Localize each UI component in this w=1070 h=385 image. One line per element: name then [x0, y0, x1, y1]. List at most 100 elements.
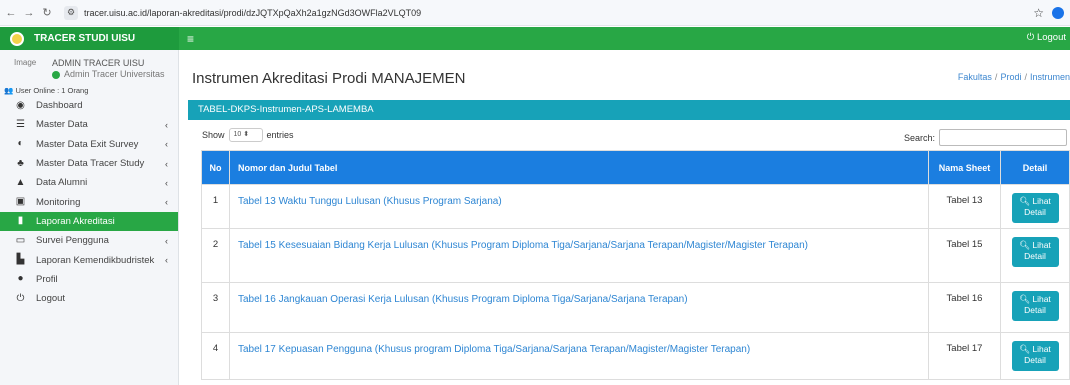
table-row: 3 Tabel 16 Jangkauan Operasi Kerja Lulus…: [201, 282, 1070, 333]
column-header-sheet[interactable]: Nama Sheet: [928, 150, 1001, 185]
lihat-detail-button[interactable]: 🔍︎ Lihat Detail: [1011, 237, 1059, 267]
search-icon: 🔍︎: [1019, 294, 1030, 304]
sidebar-item-master-data[interactable]: ☰ Master Data ‹: [0, 115, 178, 134]
back-icon[interactable]: ←: [4, 7, 18, 19]
sidebar-item-label: Survei Pengguna: [36, 235, 109, 247]
chevron-left-icon: ‹: [165, 177, 168, 188]
user-role-text: Admin Tracer Universitas: [64, 69, 165, 79]
card-title: TABEL-DKPS-Instrumen-APS-LAMEMBA: [188, 100, 1070, 120]
table-row: 1 Tabel 13 Waktu Tunggu Lulusan (Khusus …: [201, 184, 1070, 229]
breadcrumb-item-fakultas[interactable]: Fakultas: [958, 72, 992, 82]
sidebar-item-laporan-kemendikbudristek[interactable]: ▙ Laporan Kemendikbudristek ‹: [0, 250, 178, 269]
table-row: 2 Tabel 15 Kesesuaian Bidang Kerja Lulus…: [201, 228, 1070, 283]
logout-label: Logout: [1036, 32, 1066, 43]
row-number: 2: [201, 228, 230, 283]
row-number: 3: [201, 282, 230, 333]
user-panel: Image ADMIN TRACER UISU Admin Tracer Uni…: [0, 50, 178, 86]
book-icon: ▙: [16, 254, 25, 266]
search-icon: 🔍︎: [1019, 196, 1030, 206]
logout-link[interactable]: ⏻ Logout: [1027, 32, 1066, 43]
user-online-count: 👥 User Online : 1 Orang: [0, 86, 178, 96]
address-bar[interactable]: ⚙ tracer.uisu.ac.id/laporan-akreditasi/p…: [64, 4, 1064, 22]
sidebar-item-label: Dashboard: [36, 100, 83, 112]
site-settings-icon[interactable]: ⚙: [64, 5, 78, 20]
monitor-icon: ▣: [15, 196, 26, 208]
entries-value: 10: [233, 131, 242, 138]
chevron-left-icon: ‹: [165, 158, 168, 169]
lihat-detail-button[interactable]: 🔍︎ Lihat Detail: [1011, 291, 1059, 321]
breadcrumb-item-prodi[interactable]: Prodi: [1000, 72, 1021, 82]
profile-icon[interactable]: [1052, 7, 1064, 19]
handshake-icon: ◐: [17, 138, 24, 150]
lihat-detail-button[interactable]: 🔍︎ Lihat Detail: [1011, 193, 1059, 223]
lihat-detail-button[interactable]: 🔍︎ Lihat Detail: [1011, 341, 1059, 371]
sheet-name: Tabel 13: [928, 184, 1001, 229]
chevron-left-icon: ‹: [165, 119, 168, 130]
sidebar-item-laporan-akreditasi[interactable]: ▮ Laporan Akreditasi: [0, 211, 178, 232]
sidebar-item-label: Data Alumni: [36, 177, 88, 189]
user-online-text: User Online : 1 Orang: [15, 86, 89, 95]
column-header-title[interactable]: Nomor dan Judul Tabel: [229, 150, 929, 185]
column-header-no[interactable]: No: [201, 150, 230, 185]
sidebar-item-label: Profil: [36, 273, 58, 285]
user-name[interactable]: ADMIN TRACER UISU: [52, 58, 165, 69]
table-title-link[interactable]: Tabel 16 Jangkauan Operasi Kerja Lulusan…: [229, 282, 929, 333]
dashboard-icon: ◉: [16, 99, 25, 111]
chevron-left-icon: ‹: [165, 139, 168, 150]
sidebar-item-exit-survey[interactable]: ◐ Master Data Exit Survey ‹: [0, 135, 178, 154]
bookmark-star-icon[interactable]: ☆: [1033, 6, 1044, 20]
chevron-left-icon: ‹: [165, 255, 168, 266]
instrument-table: No Nomor dan Judul Tabel Nama Sheet Deta…: [201, 150, 1070, 380]
hamburger-menu-icon[interactable]: ≡: [187, 32, 194, 46]
search-icon: 🔍︎: [1019, 240, 1030, 250]
table-row: 4 Tabel 17 Kepuasan Pengguna (Khusus pro…: [201, 332, 1070, 380]
sheet-name: Tabel 17: [928, 332, 1001, 380]
sidebar-menu: ◉ Dashboard ☰ Master Data ‹ ◐ Master Data Ex…: [0, 96, 178, 308]
sidebar-item-survei-pengguna[interactable]: ▭ Survei Pengguna ‹: [0, 231, 178, 250]
chevron-left-icon: ‹: [165, 235, 168, 246]
search-label: Search:: [904, 132, 936, 143]
table-title-link[interactable]: Tabel 17 Kepuasan Pengguna (Khusus progr…: [229, 332, 929, 380]
sidebar-item-data-alumni[interactable]: ▲ Data Alumni ‹: [0, 173, 178, 192]
sidebar-item-label: Master Data: [36, 119, 88, 131]
sidebar-item-label: Master Data Exit Survey: [36, 138, 139, 150]
sidebar-item-logout[interactable]: ⏻ Logout: [0, 289, 178, 308]
sidebar-item-profil[interactable]: ● Profil: [0, 270, 178, 289]
top-header: TRACER STUDI UISU ≡ ⏻ Logout: [0, 27, 1070, 50]
sidebar-item-dashboard[interactable]: ◉ Dashboard: [0, 96, 178, 115]
database-icon: ☰: [16, 118, 25, 130]
show-label: Show: [202, 130, 225, 140]
forward-icon[interactable]: →: [22, 7, 36, 19]
main-content: Instrumen Akreditasi Prodi MANAJEMEN Fak…: [180, 50, 1070, 385]
breadcrumb: Fakultas / Prodi / Instrumen: [957, 72, 1070, 82]
sidebar-item-label: Laporan Kemendikbudristek: [36, 254, 155, 266]
table-header-row: No Nomor dan Judul Tabel Nama Sheet Deta…: [201, 150, 1070, 185]
sidebar-item-tracer-study[interactable]: ♣ Master Data Tracer Study ‹: [0, 154, 178, 173]
row-number: 1: [201, 184, 230, 229]
url-text: tracer.uisu.ac.id/laporan-akreditasi/pro…: [84, 7, 422, 18]
user-role: Admin Tracer Universitas: [52, 69, 165, 80]
entries-label: entries: [266, 130, 294, 140]
sheet-name: Tabel 15: [928, 228, 1001, 283]
avatar: Image: [14, 58, 37, 67]
brand[interactable]: TRACER STUDI UISU: [0, 27, 179, 50]
row-number: 4: [201, 332, 230, 380]
sidebar-item-monitoring[interactable]: ▣ Monitoring ‹: [0, 192, 178, 211]
browser-toolbar: ← → ↻ ⚙ tracer.uisu.ac.id/laporan-akredi…: [0, 0, 1070, 26]
sidebar-item-label: Logout: [36, 293, 66, 305]
laptop-icon: ▭: [15, 234, 26, 246]
sidebar-item-label: Monitoring: [36, 196, 81, 208]
users-icon: 👥: [4, 86, 14, 95]
sidebar-item-label: Laporan Akreditasi: [36, 215, 115, 227]
sidebar: Image ADMIN TRACER UISU Admin Tracer Uni…: [0, 50, 179, 385]
brand-text: TRACER STUDI UISU: [34, 33, 136, 44]
entries-select[interactable]: 10 ⬍: [228, 128, 263, 142]
table-title-link[interactable]: Tabel 13 Waktu Tunggu Lulusan (Khusus Pr…: [229, 184, 929, 229]
sidebar-item-label: Master Data Tracer Study: [36, 158, 145, 170]
chevron-left-icon: ‹: [165, 197, 168, 208]
column-header-detail[interactable]: Detail: [1000, 150, 1070, 185]
table-title-link[interactable]: Tabel 15 Kesesuaian Bidang Kerja Lulusan…: [229, 228, 929, 283]
reload-icon[interactable]: ↻: [40, 6, 54, 19]
entries-length-control: Show 10 ⬍ entries: [202, 128, 294, 142]
search-input[interactable]: [939, 129, 1068, 146]
